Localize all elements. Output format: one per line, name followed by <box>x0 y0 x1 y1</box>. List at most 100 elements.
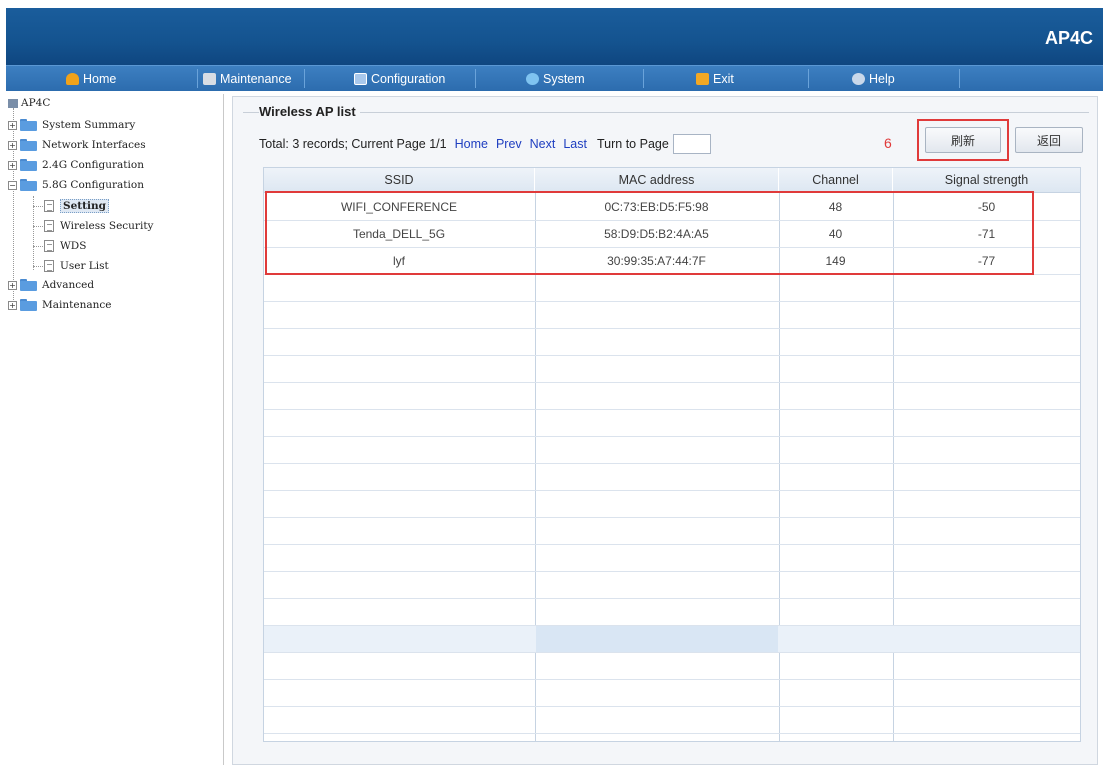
table-cell-hover <box>536 626 778 652</box>
home-icon <box>66 72 79 85</box>
pager-last-link[interactable]: Last <box>563 137 587 151</box>
pager-prev-link[interactable]: Prev <box>496 137 522 151</box>
folder-icon <box>20 299 37 311</box>
expand-icon[interactable]: + <box>8 300 17 310</box>
nav-separator <box>304 69 305 88</box>
tree-item-label: WDS <box>60 240 87 252</box>
table-row-divider <box>264 328 1080 329</box>
monitor-icon <box>354 72 367 85</box>
pager-next-link[interactable]: Next <box>530 137 556 151</box>
top-nav: Home Maintenance Configuration System Ex… <box>6 65 1103 91</box>
tree-item-setting[interactable]: Setting <box>44 197 109 215</box>
tools-icon <box>203 72 216 85</box>
collapse-icon[interactable]: − <box>8 180 17 190</box>
pager-home-link[interactable]: Home <box>455 137 488 151</box>
panel-title: Wireless AP list <box>259 104 360 119</box>
nav-maintenance-label: Maintenance <box>220 71 292 86</box>
tree-item-user-list[interactable]: User List <box>44 257 109 275</box>
table-row-divider <box>264 544 1080 545</box>
table-row-divider <box>264 652 1080 653</box>
rows-highlight-box <box>265 191 1034 275</box>
tree-item-label: Maintenance <box>42 299 112 311</box>
record-summary: Total: 3 records; Current Page 1/1 <box>259 137 447 151</box>
step-annotation: 6 <box>884 135 892 151</box>
tree-item-label: System Summary <box>42 119 136 131</box>
nav-configuration-label: Configuration <box>371 71 446 86</box>
tree-connector <box>33 196 34 270</box>
tree-root[interactable]: AP4C <box>8 94 50 112</box>
page-icon <box>44 260 54 272</box>
column-header-channel: Channel <box>779 168 892 193</box>
nav-home[interactable]: Home <box>66 66 116 91</box>
column-header-ssid: SSID <box>264 168 534 193</box>
expand-icon[interactable]: + <box>8 160 17 170</box>
tree-connector <box>33 226 43 227</box>
tree-item-wds[interactable]: WDS <box>44 237 86 255</box>
table-row-divider <box>264 517 1080 518</box>
tree-item-maintenance[interactable]: + Maintenance <box>8 296 111 314</box>
nav-separator <box>808 69 809 88</box>
table-row-hover <box>264 626 1080 652</box>
tree-item-system-summary[interactable]: + System Summary <box>8 116 135 134</box>
tree-item-2g-configuration[interactable]: + 2.4G Configuration <box>8 156 144 174</box>
table-row-divider <box>264 490 1080 491</box>
column-header-mac: MAC address <box>535 168 778 193</box>
folder-icon <box>20 119 37 131</box>
computer-icon <box>8 98 18 108</box>
nav-maintenance[interactable]: Maintenance <box>203 66 292 91</box>
tree-item-5g-configuration[interactable]: − 5.8G Configuration <box>8 176 144 194</box>
expand-icon[interactable]: + <box>8 140 17 150</box>
fieldset-border <box>243 112 1089 113</box>
sidebar-tree: AP4C + System Summary + Network Interfac… <box>8 94 224 765</box>
folder-icon <box>20 279 37 291</box>
refresh-button[interactable]: 刷新 <box>925 127 1001 153</box>
table-row-divider <box>264 463 1080 464</box>
nav-exit[interactable]: Exit <box>696 66 734 91</box>
table-row-divider <box>264 733 1080 734</box>
tree-item-label: 2.4G Configuration <box>42 159 144 171</box>
exit-icon <box>696 72 709 85</box>
nav-help-label: Help <box>869 71 895 86</box>
table-row-divider <box>264 301 1080 302</box>
column-header-signal: Signal strength <box>893 168 1080 193</box>
page-icon <box>44 240 54 252</box>
tree-root-label: AP4C <box>21 97 51 109</box>
tree-item-label: 5.8G Configuration <box>42 179 144 191</box>
tree-item-network-interfaces[interactable]: + Network Interfaces <box>8 136 146 154</box>
table-row-divider <box>264 355 1080 356</box>
table-row-divider <box>264 436 1080 437</box>
nav-home-label: Home <box>83 71 117 86</box>
tree-item-label: User List <box>60 260 109 272</box>
expand-icon[interactable]: + <box>8 280 17 290</box>
main-panel: Wireless AP list Total: 3 records; Curre… <box>232 96 1098 765</box>
table-row-divider <box>264 598 1080 599</box>
tree-connector <box>33 266 43 267</box>
table-row-divider <box>264 409 1080 410</box>
open-folder-icon <box>20 179 37 191</box>
nav-separator <box>475 69 476 88</box>
folder-icon <box>20 139 37 151</box>
system-icon <box>526 72 539 85</box>
tree-item-label: Advanced <box>42 279 95 291</box>
page-number-input[interactable] <box>672 134 711 154</box>
expand-icon[interactable]: + <box>8 120 17 130</box>
turn-to-page-label: Turn to Page <box>597 137 669 151</box>
app-header: AP4C <box>6 8 1103 65</box>
tree-item-wireless-security[interactable]: Wireless Security <box>44 217 153 235</box>
nav-system[interactable]: System <box>526 66 585 91</box>
nav-configuration[interactable]: Configuration <box>354 66 445 91</box>
tree-connector <box>33 206 43 207</box>
nav-system-label: System <box>543 71 585 86</box>
tree-item-advanced[interactable]: + Advanced <box>8 276 94 294</box>
page-icon <box>44 200 54 212</box>
table-row-divider <box>264 571 1080 572</box>
table-row-divider <box>264 679 1080 680</box>
back-button[interactable]: 返回 <box>1015 127 1083 153</box>
brand-title: AP4C <box>1044 28 1093 48</box>
nav-help[interactable]: Help <box>852 66 895 91</box>
nav-separator <box>643 69 644 88</box>
nav-exit-label: Exit <box>713 71 734 86</box>
tree-item-label: Wireless Security <box>60 220 154 232</box>
help-icon <box>852 72 865 85</box>
table-row-divider <box>264 382 1080 383</box>
